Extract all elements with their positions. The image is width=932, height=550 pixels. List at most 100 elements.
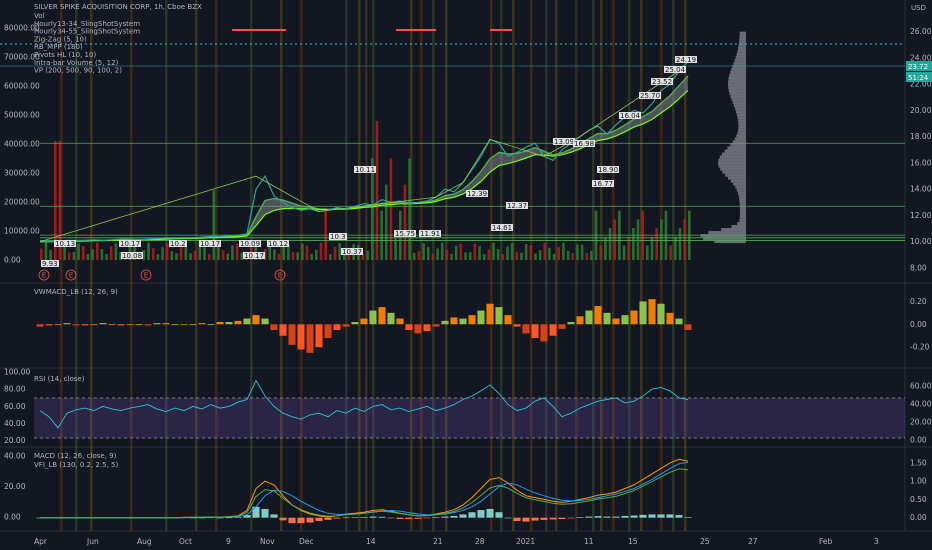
volume-tick-label: 70000.00: [4, 53, 40, 62]
vwmacd-bar: [369, 310, 377, 325]
macd-hist-bar: [675, 515, 683, 518]
vwmacd-bar: [333, 324, 341, 330]
vwmacd-bar: [648, 299, 656, 325]
volume-profile-bar: [736, 188, 746, 192]
pivot-tag-text: 16.77: [593, 180, 613, 188]
volume-profile-bar: [729, 73, 746, 77]
vwmacd-bar: [513, 324, 521, 327]
indicator-label: Hourly13-34_SlingShotSystem: [34, 20, 140, 28]
macd-hist-bar: [477, 510, 485, 518]
macd-hist-bar: [522, 517, 530, 522]
price-tick-label: 14.00: [910, 185, 932, 194]
pivot-tag-text: 9.93: [42, 260, 58, 268]
volume-bar: [417, 251, 421, 260]
rsi-left-tick-label: 40.00: [4, 419, 26, 428]
volume-bar: [585, 253, 589, 260]
rsi-left-tick-label: 80.00: [4, 385, 26, 394]
vwmacd-bar: [252, 315, 260, 325]
volume-bar: [151, 248, 155, 260]
volume-profile-bar: [725, 173, 746, 177]
volume-bar: [310, 253, 313, 260]
time-tick-label: 9: [226, 537, 231, 546]
vwmacd-bar: [153, 323, 161, 325]
vwmacd-bar: [243, 318, 251, 325]
vwmacd-bar: [432, 324, 440, 327]
volume-bar: [422, 243, 425, 260]
macd-hist-bar: [279, 517, 287, 521]
pivot-tag-text: 23.52: [652, 78, 672, 86]
macd-hist-bar: [495, 512, 503, 518]
vwmacd-bar: [594, 306, 602, 325]
volume-tick-label: 40000.00: [4, 140, 40, 149]
vwmacd-bar: [531, 324, 539, 338]
volume-tick-label: 30000.00: [4, 169, 40, 178]
vwmacd-bar: [36, 324, 44, 327]
volume-bar: [403, 184, 407, 260]
macd-hist-bar: [432, 517, 440, 518]
volume-bar: [384, 184, 388, 260]
macd-left-tick-label: 0.00: [4, 513, 21, 522]
volume-bar: [468, 252, 472, 260]
chart-canvas[interactable]: 9.93 10.13 10.17 10.08 10.2 10.17 10.09 10.17 10…: [0, 0, 932, 550]
macd-hist-bar: [423, 517, 431, 519]
volume-profile-bar: [739, 206, 746, 210]
macd-hist-bar: [657, 514, 665, 518]
volume-bar: [501, 254, 505, 260]
session-band: [612, 0, 615, 531]
vwmacd-bar: [567, 322, 575, 325]
volume-bar: [40, 248, 43, 260]
vwmacd-bar: [576, 316, 584, 325]
volume-bar: [655, 228, 658, 260]
time-tick-label: Feb: [819, 537, 833, 546]
volume-bar: [496, 248, 500, 260]
rsi-left-tick-label: 60.00: [4, 402, 26, 411]
volume-bar: [338, 243, 341, 260]
volume-bar: [426, 246, 430, 260]
volume-profile-bar: [737, 49, 746, 53]
macd-hist-bar: [621, 515, 629, 518]
pivot-tag-text: 24.19: [676, 56, 696, 64]
vwmacd-bar: [387, 312, 395, 325]
price-tick-label: 10.00: [910, 237, 932, 246]
pivot-tag-text: 25.04: [665, 66, 686, 74]
volume-bar: [478, 246, 481, 260]
volume-profile-bar: [728, 76, 746, 80]
session-band: [365, 0, 368, 531]
session-band: [130, 0, 133, 531]
time-tick-label: 28: [475, 537, 485, 546]
macd-hist-bar: [315, 517, 323, 521]
session-band: [165, 0, 168, 531]
vwmacd-bar: [162, 323, 170, 325]
session-band: [420, 0, 423, 531]
volume-bar: [170, 251, 174, 260]
vwmacd-bar: [234, 320, 242, 325]
volume-bar: [175, 253, 178, 260]
session-band: [372, 0, 375, 531]
time-tick-label: 25: [700, 537, 710, 546]
volume-bar: [221, 250, 225, 260]
macd-hist-bar: [612, 516, 620, 518]
volume-bar: [613, 219, 617, 260]
vwmacd-bar: [216, 322, 224, 325]
macd-hist-bar: [396, 517, 404, 520]
vwmacd-bar: [126, 324, 134, 326]
macd-hist-bar: [441, 516, 449, 518]
vwmacd-bar: [171, 324, 179, 326]
vwmacd-bar: [459, 318, 467, 325]
volume-bar: [473, 243, 477, 260]
volume-bar: [49, 249, 52, 260]
volume-bar: [562, 242, 565, 260]
session-band: [592, 0, 595, 531]
volume-profile-bar: [738, 122, 746, 126]
volume-bar: [538, 250, 542, 260]
volume-profile-bar: [739, 218, 746, 222]
volume-bar: [105, 254, 108, 260]
vwmacd-bar: [558, 324, 566, 329]
session-band: [195, 0, 198, 531]
pivot-tag-text: 10.12: [268, 240, 288, 248]
session-band: [215, 0, 218, 531]
volume-profile-bar: [737, 131, 746, 135]
volume-profile-bar: [736, 52, 746, 56]
resistance-marker: [396, 29, 436, 31]
vwmacd-bar: [549, 324, 557, 336]
